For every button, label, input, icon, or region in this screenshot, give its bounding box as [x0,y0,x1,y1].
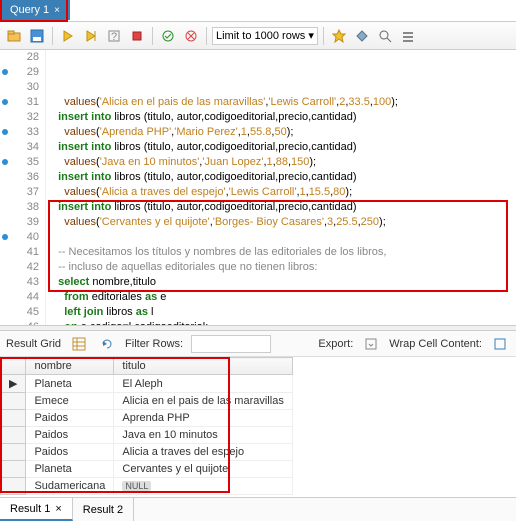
wrap-label: Wrap Cell Content: [389,338,482,350]
cell-nombre[interactable]: Planeta [26,461,114,478]
close-icon[interactable]: × [55,503,61,515]
tab-result1[interactable]: Result 1 × [0,498,73,521]
cell-nombre[interactable]: Paidos [26,410,114,427]
cell-titulo[interactable]: NULL [114,478,292,495]
refresh-icon[interactable] [97,334,117,354]
cell-titulo[interactable]: Aprenda PHP [114,410,292,427]
result-grid[interactable]: nombre titulo ▶PlanetaEl AlephEmeceAlici… [0,357,516,497]
col-nombre[interactable]: nombre [26,358,114,375]
code-area[interactable]: values('Alicia en el pais de las maravil… [46,50,516,325]
close-icon[interactable]: × [54,5,60,16]
cell-nombre[interactable]: Paidos [26,427,114,444]
open-icon[interactable] [4,26,24,46]
settings-icon[interactable] [398,26,418,46]
table-row[interactable]: PaidosAlicia a traves del espejo [1,444,293,461]
export-icon[interactable] [361,334,381,354]
cell-titulo[interactable]: Alicia en el pais de las maravillas [114,393,292,410]
limit-label: Limit to 1000 rows [216,30,305,42]
execute-current-icon[interactable] [81,26,101,46]
export-label: Export: [318,338,353,350]
sql-editor[interactable]: 2829303132333435363738394041424344454647… [0,50,516,325]
tab-label: Result 2 [83,504,123,516]
row-indicator [1,461,26,478]
limit-rows-select[interactable]: Limit to 1000 rows ▾ [212,27,318,45]
search-icon[interactable] [375,26,395,46]
table-row[interactable]: ▶PlanetaEl Aleph [1,375,293,393]
cell-nombre[interactable]: Sudamericana [26,478,114,495]
grid-view-icon[interactable] [69,334,89,354]
star-icon[interactable] [329,26,349,46]
result-grid-label: Result Grid [6,338,61,350]
cell-titulo[interactable]: Java en 10 minutos [114,427,292,444]
cell-titulo[interactable]: El Aleph [114,375,292,393]
stop-icon[interactable] [127,26,147,46]
separator [152,27,153,45]
cell-titulo[interactable]: Cervantes y el quijote [114,461,292,478]
row-indicator [1,393,26,410]
beautify-icon[interactable] [352,26,372,46]
commit-icon[interactable] [158,26,178,46]
explain-icon[interactable]: ? [104,26,124,46]
result-table: nombre titulo ▶PlanetaEl AlephEmeceAlici… [0,357,293,495]
row-header-blank [1,358,26,375]
filter-label: Filter Rows: [125,338,183,350]
separator [52,27,53,45]
rollback-icon[interactable] [181,26,201,46]
row-indicator [1,478,26,495]
filter-input[interactable] [191,335,271,353]
table-row[interactable]: PaidosJava en 10 minutos [1,427,293,444]
tab-query1[interactable]: Query 1 × [0,0,70,20]
separator [206,27,207,45]
table-row[interactable]: SudamericanaNULL [1,478,293,495]
query-tabs: Query 1 × [0,0,516,22]
row-indicator [1,410,26,427]
row-indicator: ▶ [1,375,26,393]
table-row[interactable]: EmeceAlicia en el pais de las maravillas [1,393,293,410]
tab-label: Result 1 [10,503,50,515]
row-indicator [1,427,26,444]
toolbar: ? Limit to 1000 rows ▾ [0,22,516,50]
wrap-icon[interactable] [490,334,510,354]
result-tabs: Result 1 × Result 2 [0,497,516,521]
table-row[interactable]: PaidosAprenda PHP [1,410,293,427]
line-gutter: 2829303132333435363738394041424344454647… [0,50,46,325]
results-toolbar: Result Grid Filter Rows: Export: Wrap Ce… [0,331,516,357]
cell-nombre[interactable]: Planeta [26,375,114,393]
execute-icon[interactable] [58,26,78,46]
cell-nombre[interactable]: Paidos [26,444,114,461]
cell-nombre[interactable]: Emece [26,393,114,410]
cell-titulo[interactable]: Alicia a traves del espejo [114,444,292,461]
row-indicator [1,444,26,461]
table-row[interactable]: PlanetaCervantes y el quijote [1,461,293,478]
separator [323,27,324,45]
save-icon[interactable] [27,26,47,46]
tab-result2[interactable]: Result 2 [73,498,134,521]
col-titulo[interactable]: titulo [114,358,292,375]
svg-text:?: ? [111,31,117,43]
tab-label: Query 1 [10,4,49,16]
